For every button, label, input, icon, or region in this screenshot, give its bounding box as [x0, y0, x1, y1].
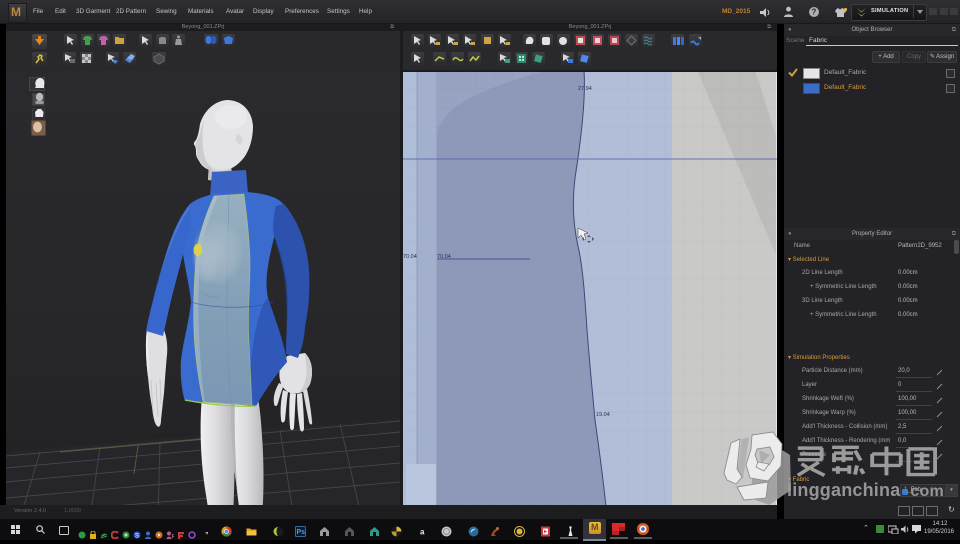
svg-text:”: ” [205, 532, 209, 539]
svg-text:S: S [135, 534, 139, 540]
svg-text:?: ? [812, 8, 817, 17]
svg-text:R: R [172, 534, 174, 539]
svg-text:70.04: 70.04 [403, 254, 417, 260]
svg-text:19.04: 19.04 [596, 412, 610, 418]
svg-text:Ps: Ps [297, 529, 306, 536]
svg-text:70.04: 70.04 [437, 254, 451, 260]
svg-text:27.94: 27.94 [578, 86, 592, 92]
svg-text:a: a [420, 528, 425, 537]
